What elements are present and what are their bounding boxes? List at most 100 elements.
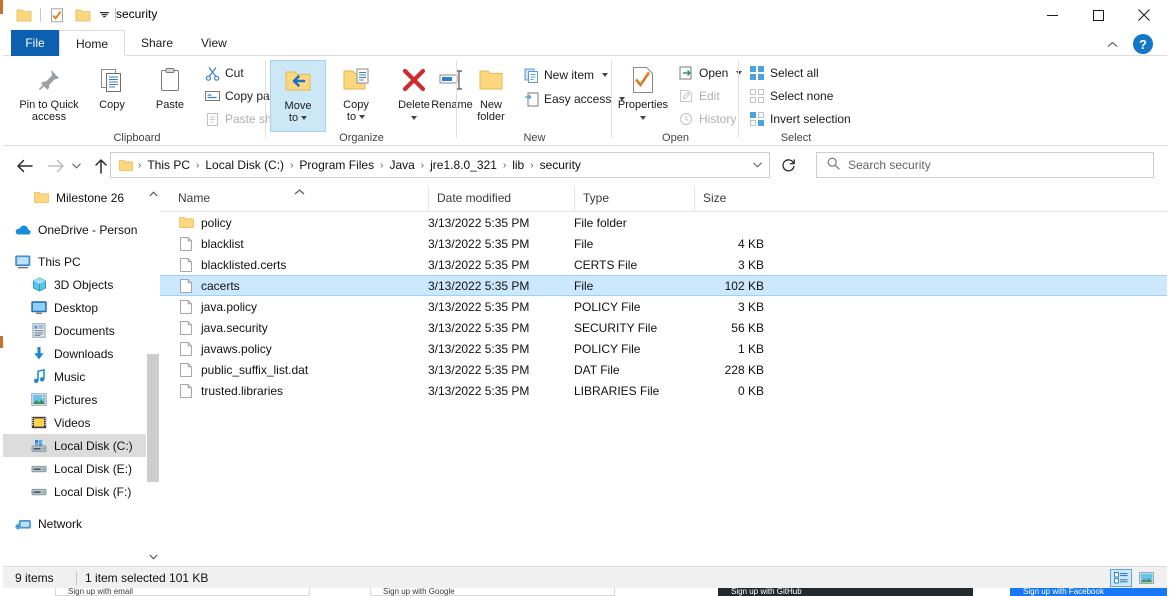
qat-folder-icon[interactable] <box>11 5 37 25</box>
tab-home[interactable]: Home <box>59 30 126 56</box>
breadcrumb-item-lib[interactable]: lib <box>507 154 529 176</box>
sidebar-item-3d-objects[interactable]: 3D Objects <box>3 273 146 296</box>
table-row[interactable]: java.policy 3/13/2022 5:35 PM POLICY Fil… <box>160 296 1167 317</box>
file-date-cell: 3/13/2022 5:35 PM <box>428 320 530 335</box>
sidebar-item-pictures[interactable]: Pictures <box>3 388 146 411</box>
new-item-icon <box>523 67 539 83</box>
table-row[interactable]: blacklist 3/13/2022 5:35 PM File 4 KB <box>160 233 1167 254</box>
table-row[interactable]: public_suffix_list.dat 3/13/2022 5:35 PM… <box>160 359 1167 380</box>
sidebar-item-desktop[interactable]: Desktop <box>3 296 146 319</box>
invert-selection-button[interactable]: Invert selection <box>745 108 855 130</box>
cut-button[interactable]: Cut <box>200 62 248 84</box>
view-mode-buttons <box>1110 569 1157 587</box>
breadcrumb-item-local-disk-c[interactable]: Local Disk (C:) <box>200 154 289 176</box>
refresh-button[interactable] <box>775 152 801 178</box>
tab-file[interactable]: File <box>11 30 59 56</box>
qat-customize-dropdown-icon[interactable] <box>96 5 112 25</box>
file-name-text: javaws.policy <box>201 341 272 356</box>
back-button[interactable] <box>11 153 37 179</box>
tab-share[interactable]: Share <box>125 30 189 56</box>
downloads-icon <box>31 346 47 362</box>
file-date-cell: 3/13/2022 5:35 PM <box>428 299 530 314</box>
ribbon-group-clipboard: Pin to Quick access Copy Paste Cut Copy … <box>8 56 302 145</box>
sidebar-item-onedrive[interactable]: OneDrive - Person <box>3 218 146 241</box>
organize-group-label: Organize <box>339 132 384 144</box>
pin-to-quick-access-button[interactable]: Pin to Quick access <box>16 60 82 132</box>
ribbon-group-open: Properties Open Edit History Open <box>612 56 743 145</box>
collapse-ribbon-icon[interactable] <box>1103 35 1121 53</box>
large-icons-view-button[interactable] <box>1135 569 1157 587</box>
new-folder-button[interactable]: New folder <box>463 60 519 132</box>
column-header-size[interactable]: Size <box>694 186 774 211</box>
file-size-cell: 228 KB <box>724 362 764 377</box>
search-box[interactable]: Search security <box>816 152 1154 178</box>
table-row[interactable]: policy 3/13/2022 5:35 PM File folder <box>160 212 1167 233</box>
table-row[interactable]: trusted.libraries 3/13/2022 5:35 PM LIBR… <box>160 380 1167 401</box>
qat-properties-icon[interactable] <box>44 5 70 25</box>
navigation-scrollbar[interactable] <box>146 186 160 565</box>
status-selection-info: 1 item selected 101 KB <box>85 570 209 585</box>
drive-icon <box>31 484 47 500</box>
sidebar-item-local-disk-f[interactable]: Local Disk (F:) <box>3 480 146 503</box>
column-header-name[interactable]: Name <box>170 186 428 211</box>
sidebar-item-music[interactable]: Music <box>3 365 146 388</box>
sidebar-item-this-pc[interactable]: This PC <box>3 250 146 273</box>
file-icon <box>178 341 194 357</box>
scrollbar-thumb[interactable] <box>147 354 159 482</box>
breadcrumb-item-java[interactable]: Java <box>384 154 419 176</box>
help-button[interactable]: ? <box>1133 34 1153 54</box>
new-item-button[interactable]: New item <box>519 64 612 86</box>
move-to-button[interactable]: Move to <box>270 60 326 132</box>
breadcrumb-item-program-files[interactable]: Program Files <box>294 154 379 176</box>
scrollbar-track[interactable] <box>146 202 160 549</box>
move-to-label: Move to <box>284 100 312 124</box>
select-none-button[interactable]: Select none <box>745 85 837 107</box>
sidebar-item-milestone-26[interactable]: Milestone 26 <box>3 186 146 209</box>
details-view-button[interactable] <box>1110 569 1132 587</box>
breadcrumb-item-jre[interactable]: jre1.8.0_321 <box>425 154 502 176</box>
file-type-cell: SECURITY File <box>574 320 658 335</box>
sidebar-item-local-disk-c[interactable]: Local Disk (C:) <box>3 434 146 457</box>
sidebar-item-local-disk-e[interactable]: Local Disk (E:) <box>3 457 146 480</box>
qat-separator <box>40 8 41 22</box>
table-row[interactable]: javaws.policy 3/13/2022 5:35 PM POLICY F… <box>160 338 1167 359</box>
sidebar-item-network[interactable]: Network <box>3 512 146 535</box>
file-date-cell: 3/13/2022 5:35 PM <box>428 278 530 293</box>
address-bar[interactable]: › This PC › Local Disk (C:) › Program Fi… <box>110 152 770 178</box>
search-input[interactable]: Search security <box>848 158 931 172</box>
new-item-caret-icon <box>602 73 609 77</box>
onedrive-icon <box>15 222 31 238</box>
maximize-button[interactable] <box>1075 0 1121 30</box>
column-header-type[interactable]: Type <box>574 186 694 211</box>
qat-new-folder-icon[interactable] <box>70 5 96 25</box>
scroll-up-icon[interactable] <box>146 186 160 202</box>
ribbon-group-new: New folder New item Easy access New <box>457 56 626 145</box>
videos-icon <box>31 415 47 431</box>
select-all-button[interactable]: Select all <box>745 62 823 84</box>
table-row[interactable]: blacklisted.certs 3/13/2022 5:35 PM CERT… <box>160 254 1167 275</box>
properties-button[interactable]: Properties <box>614 60 672 132</box>
column-header-date-modified[interactable]: Date modified <box>428 186 574 211</box>
close-button[interactable] <box>1121 0 1167 30</box>
open-button[interactable]: Open <box>674 62 746 84</box>
breadcrumb-item-this-pc[interactable]: This PC <box>142 154 195 176</box>
copy-button[interactable]: Copy <box>84 60 140 132</box>
address-dropdown-icon[interactable] <box>747 153 767 177</box>
sidebar-item-videos[interactable]: Videos <box>3 411 146 434</box>
copy-to-button[interactable]: Copy to <box>328 60 384 132</box>
sidebar-item-documents[interactable]: Documents <box>3 319 146 342</box>
sidebar-item-downloads[interactable]: Downloads <box>3 342 146 365</box>
recent-locations-icon[interactable] <box>67 153 85 179</box>
table-row[interactable]: java.security 3/13/2022 5:35 PM SECURITY… <box>160 317 1167 338</box>
tab-view[interactable]: View <box>185 30 243 56</box>
invert-selection-icon <box>749 111 765 127</box>
file-size-cell: 3 KB <box>737 299 764 314</box>
new-folder-icon <box>475 64 507 96</box>
sidebar-label: Local Disk (F:) <box>54 484 132 499</box>
breadcrumb-item-security[interactable]: security <box>535 154 586 176</box>
minimize-button[interactable] <box>1029 0 1075 30</box>
paste-button[interactable]: Paste <box>142 60 198 132</box>
edit-button: Edit <box>674 85 724 107</box>
scroll-down-icon[interactable] <box>146 549 160 565</box>
table-row-selected[interactable]: cacerts 3/13/2022 5:35 PM File 102 KB <box>160 275 1167 296</box>
